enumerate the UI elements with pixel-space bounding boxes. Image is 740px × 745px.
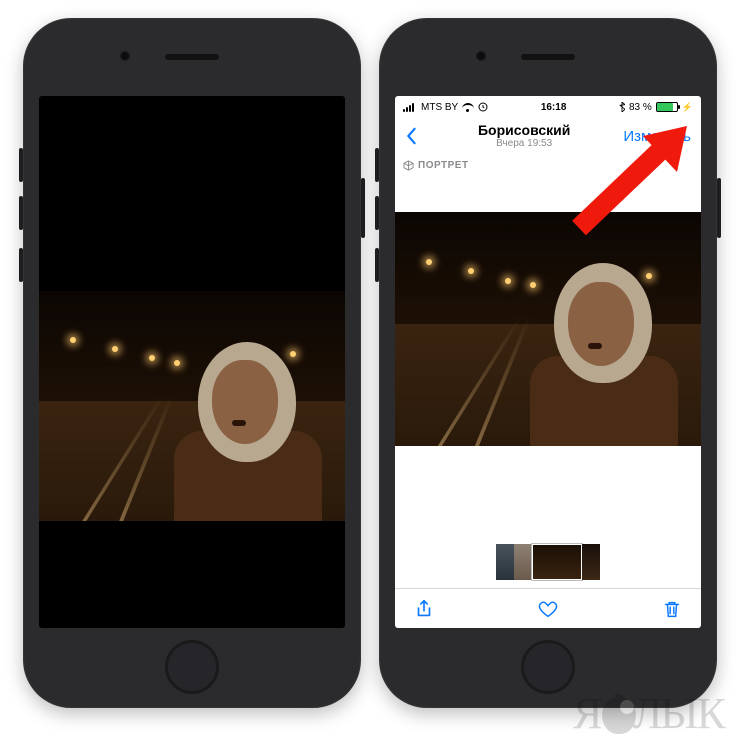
nav-bar: Борисовский Вчера 19:53 Изменить bbox=[395, 116, 701, 156]
bluetooth-icon bbox=[619, 102, 625, 112]
carrier-label: MTS BY bbox=[421, 102, 458, 113]
thumbnail-strip[interactable] bbox=[395, 544, 701, 584]
photo-fullscreen[interactable] bbox=[39, 291, 345, 521]
thumbnail[interactable] bbox=[582, 544, 600, 580]
watermark-text-pre: Я bbox=[573, 688, 600, 739]
battery-percentage: 83 % bbox=[629, 102, 652, 113]
apple-icon bbox=[602, 694, 636, 734]
phone-frame-right: MTS BY 16:18 83 % ⚡ Борисовский bbox=[379, 18, 717, 708]
earpiece bbox=[521, 54, 575, 60]
battery-icon bbox=[656, 102, 678, 112]
delete-button[interactable] bbox=[661, 598, 683, 620]
thumbnail-current[interactable] bbox=[532, 544, 582, 580]
cell-signal-icon bbox=[403, 103, 417, 112]
favorite-button[interactable] bbox=[537, 598, 559, 620]
watermark: Я ЛЫК bbox=[573, 688, 724, 739]
earpiece bbox=[165, 54, 219, 60]
status-bar: MTS BY 16:18 83 % ⚡ bbox=[395, 96, 701, 116]
portrait-badge: ПОРТРЕТ bbox=[403, 160, 469, 171]
charging-icon: ⚡ bbox=[682, 102, 693, 113]
photo-title: Борисовский bbox=[478, 122, 570, 138]
cube-icon bbox=[403, 160, 414, 171]
back-button[interactable] bbox=[405, 127, 425, 145]
share-button[interactable] bbox=[413, 598, 435, 620]
thumbnail[interactable] bbox=[514, 544, 532, 580]
photo-subtitle: Вчера 19:53 bbox=[478, 138, 570, 150]
clock: 16:18 bbox=[541, 102, 567, 113]
portrait-badge-label: ПОРТРЕТ bbox=[418, 160, 469, 171]
front-camera bbox=[476, 51, 486, 61]
bottom-toolbar bbox=[395, 588, 701, 628]
edit-button[interactable]: Изменить bbox=[623, 128, 691, 145]
front-camera bbox=[120, 51, 130, 61]
watermark-text-post: ЛЫК bbox=[632, 688, 724, 739]
home-button[interactable] bbox=[521, 640, 575, 694]
photo-detail[interactable] bbox=[395, 212, 701, 446]
alarm-icon bbox=[478, 102, 488, 112]
screen-right: MTS BY 16:18 83 % ⚡ Борисовский bbox=[395, 96, 701, 628]
phone-frame-left bbox=[23, 18, 361, 708]
home-button[interactable] bbox=[165, 640, 219, 694]
screen-left bbox=[39, 96, 345, 628]
wifi-icon bbox=[462, 103, 474, 112]
thumbnail[interactable] bbox=[496, 544, 514, 580]
